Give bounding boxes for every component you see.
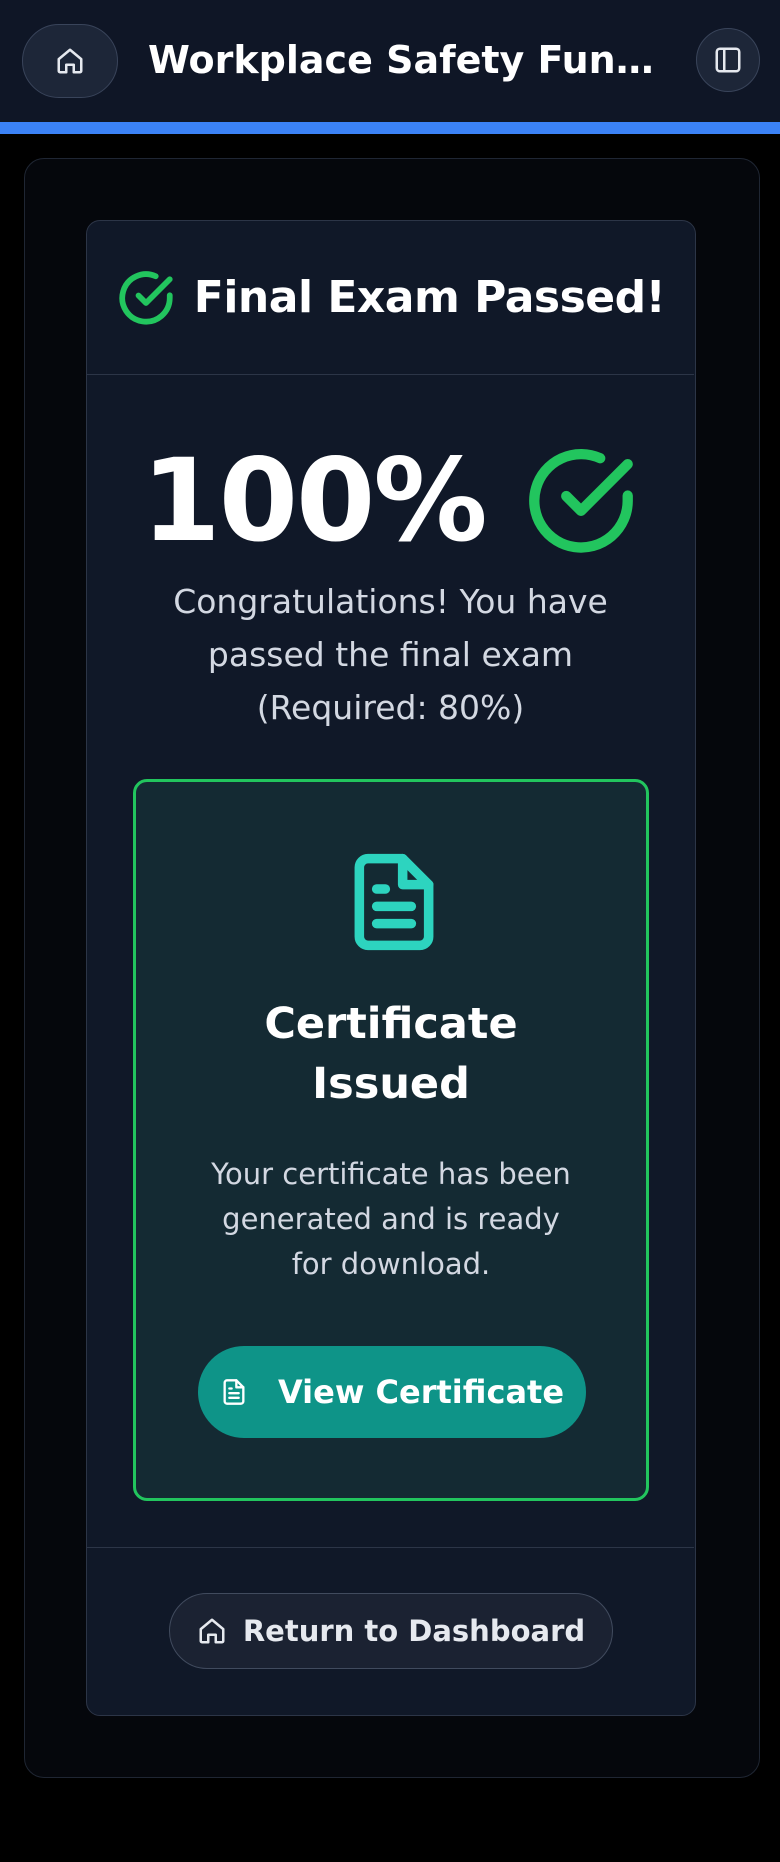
top-bar: Workplace Safety Fundamentals [0, 0, 780, 122]
course-title: Workplace Safety Fundamentals [148, 38, 658, 82]
sidebar-toggle-icon [715, 47, 741, 73]
certificate-panel: Certificate Issued Your certificate has … [133, 779, 649, 1501]
result-card-footer: Return to Dashboard [87, 1547, 694, 1714]
course-progress-bar [0, 122, 780, 134]
congratulations-message: Congratulations! You have passed the fin… [127, 575, 654, 734]
certificate-desc-line: Your certificate has been [211, 1157, 571, 1191]
result-title: Final Exam Passed! [193, 272, 666, 323]
return-to-dashboard-button[interactable]: Return to Dashboard [169, 1593, 613, 1669]
congrats-line: passed the final exam [207, 635, 574, 674]
return-to-dashboard-label: Return to Dashboard [242, 1614, 586, 1648]
exam-score: 100% [141, 434, 487, 567]
home-icon [199, 1618, 225, 1644]
document-icon [223, 1379, 245, 1405]
check-circle-icon [528, 449, 633, 553]
home-icon [57, 48, 83, 74]
certificate-title: Certificate Issued [156, 994, 626, 1114]
view-certificate-label: View Certificate [277, 1373, 565, 1411]
certificate-icon-wrapper [336, 844, 452, 960]
exam-result-card: Final Exam Passed! 100% Congratulations!… [86, 220, 696, 1716]
check-circle-icon [119, 270, 173, 324]
sidebar-toggle-button[interactable] [696, 28, 760, 92]
home-button[interactable] [22, 24, 118, 98]
document-icon [354, 853, 434, 951]
congrats-line: Congratulations! You have [173, 582, 608, 621]
certificate-title-line: Issued [312, 1059, 470, 1109]
certificate-title-line: Certificate [264, 999, 518, 1049]
required-score: (Required: 80%) [256, 688, 525, 727]
view-certificate-button[interactable]: View Certificate [198, 1346, 586, 1438]
certificate-desc-line: for download. [291, 1247, 491, 1281]
certificate-description: Your certificate has been generated and … [176, 1152, 606, 1287]
score-row: 100% [87, 421, 694, 581]
course-progress-fill [0, 122, 780, 134]
result-card-header: Final Exam Passed! [87, 221, 694, 375]
certificate-desc-line: generated and is ready [222, 1202, 560, 1236]
